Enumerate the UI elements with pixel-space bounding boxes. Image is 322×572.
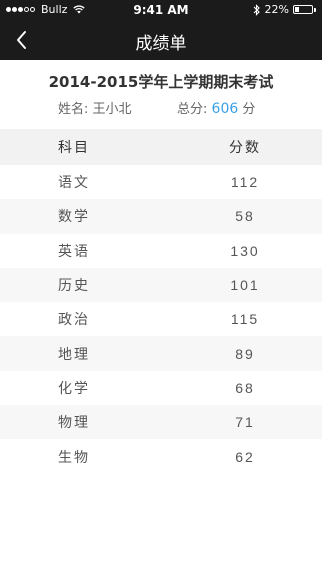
student-name: 王小北 [92, 102, 132, 117]
score-cell: 101 [230, 277, 260, 294]
score-cell: 68 [235, 379, 255, 396]
subject-cell: 生物 [58, 449, 90, 466]
total-unit: 分 [242, 102, 256, 117]
table-row: 数学 58 [0, 199, 322, 234]
header-subject: 科目 [58, 140, 90, 156]
table-row: 地理 89 [0, 336, 322, 371]
table-row: 英语 130 [0, 234, 322, 268]
battery-tip [314, 7, 316, 12]
header-score: 分数 [229, 140, 261, 156]
table-row: 物理 71 [0, 405, 322, 440]
page-title: 成绩单 [135, 34, 187, 54]
subject-cell: 地理 [58, 346, 90, 363]
top-bar: Bullz 9:41 AM 22% 成绩单 [0, 0, 322, 60]
table-row: 生物 62 [0, 439, 322, 473]
score-cell: 71 [235, 414, 255, 431]
exam-title: 2014-2015学年上学期期末考试 [48, 73, 274, 91]
total-label: 总分: [177, 102, 208, 117]
subject-cell: 英语 [58, 243, 90, 260]
score-cell: 130 [230, 242, 260, 259]
battery-percent: 22% [264, 3, 289, 16]
score-cell: 89 [235, 345, 255, 362]
status-right: 22% [253, 3, 316, 16]
student-name-group: 姓名: 王小北 [58, 98, 132, 117]
bluetooth-icon [253, 3, 260, 16]
subject-cell: 化学 [58, 380, 90, 397]
score-cell: 112 [230, 174, 260, 191]
subject-cell: 语文 [58, 175, 90, 192]
navigation-bar: 成绩单 [0, 20, 322, 60]
battery-level-fill [295, 7, 299, 12]
table-row: 语文 112 [0, 165, 322, 199]
subject-cell: 历史 [58, 278, 90, 295]
battery-icon [293, 5, 313, 14]
student-info: 姓名: 王小北 总分: 606 分 [0, 98, 322, 118]
table-row: 化学 68 [0, 371, 322, 405]
score-cell: 58 [235, 208, 255, 225]
total-score-value: 606 [211, 101, 239, 117]
score-cell: 62 [235, 448, 255, 465]
subject-cell: 数学 [58, 209, 90, 226]
status-bar: Bullz 9:41 AM 22% [0, 0, 322, 20]
subject-cell: 物理 [58, 415, 90, 432]
table-row: 政治 115 [0, 302, 322, 336]
table-header-row: 科目 分数 [0, 129, 322, 165]
score-cell: 115 [230, 311, 260, 328]
table-row: 历史 101 [0, 267, 322, 303]
score-table: 科目 分数 语文 112 数学 58 英语 130 历史 101 政治 115 … [0, 129, 322, 474]
name-label: 姓名: [58, 102, 89, 117]
subject-cell: 政治 [58, 312, 90, 329]
total-score-group: 总分: 606 分 [177, 98, 255, 117]
